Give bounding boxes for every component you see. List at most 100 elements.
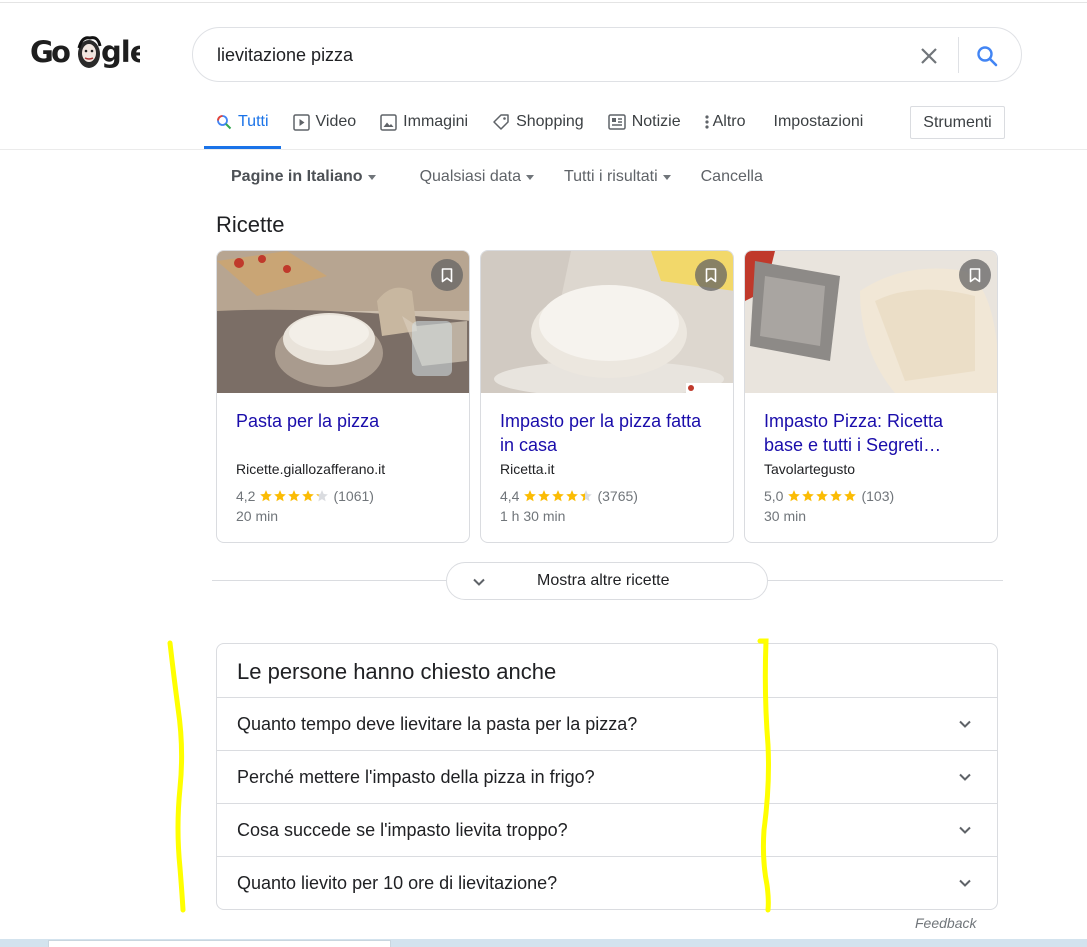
bottom-window-tab xyxy=(48,940,391,947)
recipe-title[interactable]: Impasto per la pizza fatta in casa xyxy=(500,409,720,457)
search-icon xyxy=(977,46,998,67)
recipe-rating: 5,0 (103) xyxy=(764,488,894,504)
star-rating xyxy=(787,489,857,503)
star-icon xyxy=(830,490,843,502)
rating-value: 4,2 xyxy=(236,488,256,504)
paa-question[interactable]: Quanto lievito per 10 ore di lievitazion… xyxy=(217,856,997,909)
recipe-title[interactable]: Pasta per la pizza xyxy=(236,409,456,433)
paa-question[interactable]: Perché mettere l'impasto della pizza in … xyxy=(217,750,997,803)
star-icon xyxy=(302,490,315,502)
recipe-rating: 4,2 (1061) xyxy=(236,488,374,504)
image-icon xyxy=(380,113,397,131)
paa-title: Le persone hanno chiesto anche xyxy=(237,659,557,684)
filter-label: Qualsiasi data xyxy=(419,168,521,185)
tools-button[interactable]: Strumenti xyxy=(910,106,1005,139)
paa-question-text: Quanto tempo deve lievitare la pasta per… xyxy=(237,714,638,734)
rating-value: 4,4 xyxy=(500,488,520,504)
star-rating xyxy=(523,489,593,503)
star-icon xyxy=(816,490,829,502)
more-vert-icon xyxy=(705,114,709,130)
search-input[interactable] xyxy=(217,41,877,69)
search-tabs: Tutti Video Immagini Shopping Notizie Al… xyxy=(204,103,875,149)
bookmark-icon xyxy=(969,267,981,282)
recipe-time: 20 min xyxy=(236,508,279,524)
chevron-down-icon xyxy=(959,879,971,887)
tab-label: Impostazioni xyxy=(773,113,864,130)
search-divider xyxy=(958,37,959,73)
paa-question-text: Perché mettere l'impasto della pizza in … xyxy=(237,767,595,787)
recipes-title: Ricette xyxy=(216,212,285,237)
star-icon xyxy=(316,490,329,502)
paa-question[interactable]: Cosa succede se l'impasto lievita troppo… xyxy=(217,803,997,856)
filter-language[interactable]: Pagine in Italiano xyxy=(231,168,376,186)
bookmark-button[interactable] xyxy=(959,259,991,291)
recipe-card[interactable]: Pasta per la pizza Ricette.giallozaffera… xyxy=(216,250,470,543)
filter-label: Pagine in Italiano xyxy=(231,168,363,185)
recipe-source: Tavolartegusto xyxy=(764,461,856,477)
bookmark-icon xyxy=(705,267,717,282)
star-icon xyxy=(274,490,287,502)
recipe-source: Ricette.giallozafferano.it xyxy=(236,461,386,477)
filter-bar: Pagine in Italiano Qualsiasi data Tutti … xyxy=(231,168,793,186)
search-icon xyxy=(216,114,232,130)
star-icon xyxy=(580,490,593,502)
show-more-recipes-button[interactable]: Mostra altre ricette xyxy=(446,562,768,600)
star-icon xyxy=(538,490,551,502)
logo-graphic: G o gle xyxy=(30,35,150,69)
tab-label: Tutti xyxy=(238,113,269,130)
highlight-annotation-left xyxy=(167,640,186,913)
tab-tutti[interactable]: Tutti xyxy=(204,103,281,149)
filter-clear[interactable]: Cancella xyxy=(701,168,763,186)
review-count: (1061) xyxy=(333,488,374,504)
recipe-card[interactable]: Impasto Pizza: Ricetta base e tutti i Se… xyxy=(744,250,998,543)
tab-altro[interactable]: Altro xyxy=(693,103,758,149)
tab-video[interactable]: Video xyxy=(281,103,369,149)
tab-shopping[interactable]: Shopping xyxy=(480,103,596,149)
review-count: (103) xyxy=(861,488,895,504)
tab-notizie[interactable]: Notizie xyxy=(596,103,693,149)
tab-impostazioni[interactable]: Impostazioni xyxy=(758,103,876,149)
highlight-annotation-right xyxy=(757,638,771,913)
search-box xyxy=(192,27,1022,82)
filter-date[interactable]: Qualsiasi data xyxy=(420,168,534,186)
star-icon xyxy=(524,490,537,502)
tab-label: Notizie xyxy=(631,113,681,130)
star-icon xyxy=(288,490,301,502)
clear-search-button[interactable] xyxy=(913,40,945,72)
star-icon xyxy=(788,490,801,502)
news-icon xyxy=(607,114,626,130)
feedback-link[interactable]: Feedback xyxy=(915,915,976,931)
bookmark-button[interactable] xyxy=(431,259,463,291)
google-doodle-logo[interactable]: G o gle xyxy=(30,32,150,72)
star-icon xyxy=(844,490,857,502)
recipe-source: Ricetta.it xyxy=(500,461,555,477)
recipe-image xyxy=(217,251,469,393)
star-icon xyxy=(802,490,815,502)
filter-results[interactable]: Tutti i risultati xyxy=(564,168,671,186)
filter-label: Tutti i risultati xyxy=(563,168,658,185)
search-button[interactable] xyxy=(971,40,1003,72)
paa-question[interactable]: Quanto tempo deve lievitare la pasta per… xyxy=(217,697,997,750)
dropdown-caret-icon xyxy=(525,174,534,180)
star-icon xyxy=(260,490,273,502)
show-more-label: Mostra altre ricette xyxy=(537,572,670,589)
video-icon xyxy=(292,113,310,131)
svg-text:G: G xyxy=(30,35,53,69)
bookmark-icon xyxy=(441,267,453,282)
paa-question-text: Cosa succede se l'impasto lievita troppo… xyxy=(237,820,568,840)
recipe-time: 1 h 30 min xyxy=(500,508,566,524)
tab-immagini[interactable]: Immagini xyxy=(368,103,480,149)
tab-label: Immagini xyxy=(403,113,469,130)
tag-icon xyxy=(492,113,510,131)
tab-label: Altro xyxy=(712,113,746,130)
star-rating xyxy=(259,489,329,503)
paa-question-text: Quanto lievito per 10 ore di lievitazion… xyxy=(237,873,558,893)
recipe-card[interactable]: Impasto per la pizza fatta in casa Ricet… xyxy=(480,250,734,543)
rating-value: 5,0 xyxy=(764,488,784,504)
recipe-image xyxy=(745,251,997,393)
recipe-title[interactable]: Impasto Pizza: Ricetta base e tutti i Se… xyxy=(764,409,984,457)
bookmark-button[interactable] xyxy=(695,259,727,291)
recipe-image xyxy=(481,251,733,393)
dropdown-caret-icon xyxy=(367,174,376,180)
close-icon xyxy=(921,48,937,64)
